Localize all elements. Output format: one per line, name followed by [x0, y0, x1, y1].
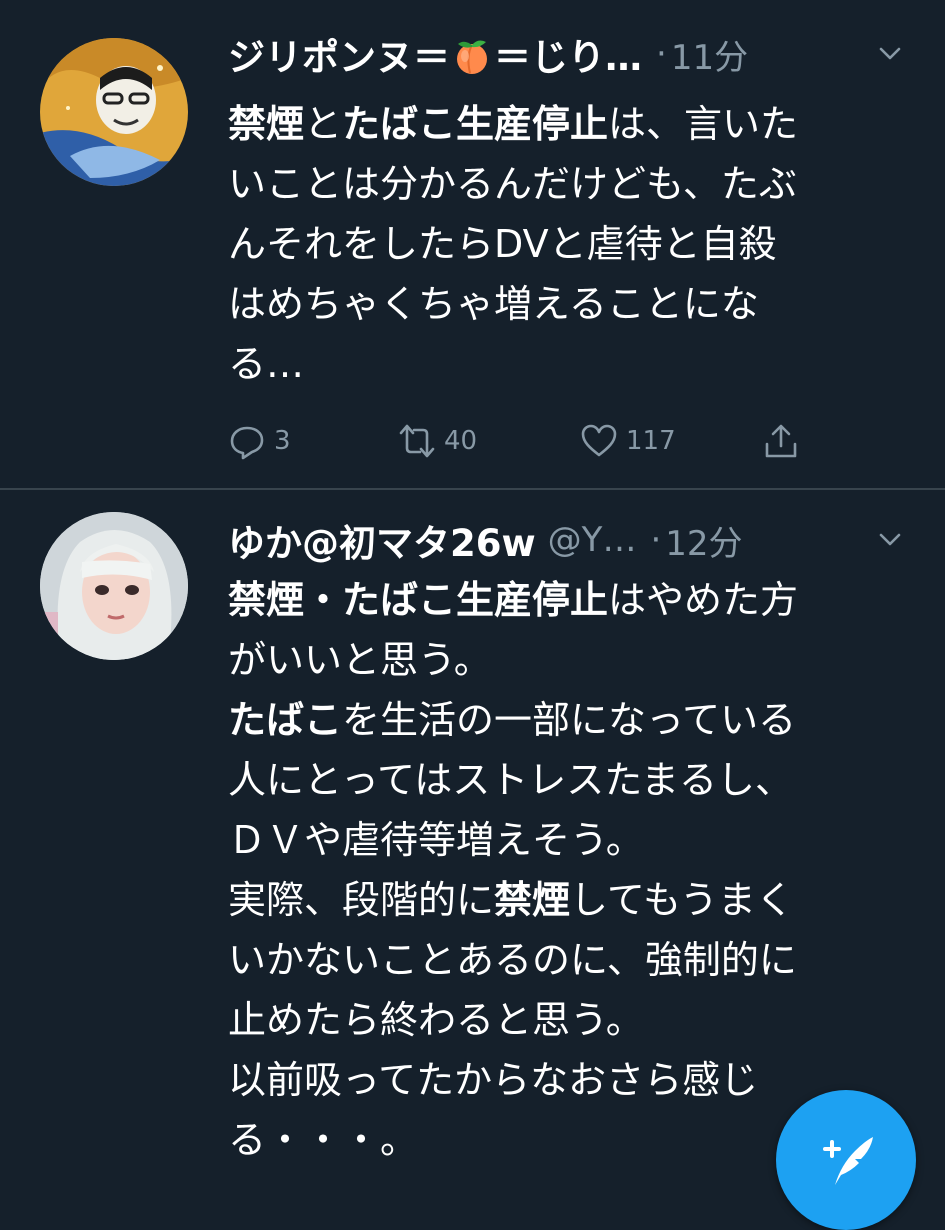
retweet-button[interactable]: 40: [398, 416, 477, 466]
text-segment: 実際、段階的に: [228, 878, 495, 922]
reply-count: 3: [274, 426, 291, 456]
text-segment: を生活の一部になっている: [342, 698, 797, 742]
share-button[interactable]: [762, 416, 808, 466]
tweet[interactable]: ジリポンヌ＝ ＝じり… · 11分 禁煙とたばこ生産停止は、言いたいことは分かるん…: [0, 0, 945, 490]
like-count: 117: [626, 426, 676, 456]
highlighted-keyword: 禁煙・たばこ生産停止: [228, 578, 609, 622]
text-segment: 以前吸ってたからなおさら感じ: [228, 1058, 759, 1102]
text-segment: してもうまく: [570, 878, 794, 922]
tweet-actions: 3 40 117: [228, 416, 828, 466]
text-segment: 止めたら終わると思う。: [228, 998, 644, 1042]
compose-tweet-button[interactable]: [776, 1090, 916, 1230]
tweet-time[interactable]: 11分: [671, 30, 748, 79]
tweet-text-line: 禁煙とたばこ生産停止は、言いた: [228, 94, 915, 154]
chevron-down-icon[interactable]: [875, 525, 905, 555]
tweet-text-line: 実際、段階的に禁煙してもうまく: [228, 870, 915, 930]
text-segment: がいいと思う。: [228, 638, 492, 682]
chevron-down-icon[interactable]: [875, 39, 905, 69]
retweet-icon: [399, 424, 435, 458]
tweet-text-line: はめちゃくちゃ増えることにな: [228, 274, 915, 334]
user-handle[interactable]: @Y…: [548, 520, 637, 560]
text-segment: は、言いた: [608, 102, 799, 146]
tweet-text-line: 止めたら終わると思う。: [228, 990, 915, 1050]
tweet-text-line: たばこを生活の一部になっている: [228, 690, 915, 750]
tweet-text-line: 禁煙・たばこ生産停止はやめた方: [228, 570, 915, 630]
text-segment: る…: [228, 342, 305, 386]
text-segment: はめちゃくちゃ増えることにな: [228, 282, 759, 326]
compose-tweet-icon: [823, 1137, 873, 1185]
tweet-text-line: いことは分かるんだけども、たぶ: [228, 154, 915, 214]
tweet-text-line: ＤＶや虐待等増えそう。: [228, 810, 915, 870]
like-button[interactable]: 117: [580, 416, 676, 466]
text-segment: ＤＶや虐待等増えそう。: [228, 818, 644, 862]
tweet-header: ゆか@初マタ26w @Y… · 12分: [228, 514, 905, 566]
display-name[interactable]: ゆか@初マタ26w: [228, 513, 536, 567]
text-segment: と: [304, 102, 343, 146]
share-icon: [765, 424, 797, 458]
tweet-header: ジリポンヌ＝ ＝じり… · 11分: [228, 28, 905, 80]
text-segment: んそれをしたらDVと虐待と自殺: [228, 222, 777, 266]
text-segment: いかないことあるのに、強制的に: [228, 938, 797, 982]
tweet[interactable]: ゆか@初マタ26w @Y… · 12分 禁煙・たばこ生産停止はやめた方がいいと思…: [0, 490, 945, 1200]
text-segment: いことは分かるんだけども、たぶ: [228, 162, 797, 206]
avatar[interactable]: [40, 38, 188, 186]
separator-dot: ·: [650, 520, 662, 560]
tweet-text-line: る…: [228, 334, 915, 394]
text-segment: る・・・。: [228, 1118, 419, 1162]
tweet-text: 禁煙・たばこ生産停止はやめた方 がいいと思う。 たばこを生活の一部になっている 人にと…: [228, 570, 915, 1170]
heart-icon: [581, 424, 617, 457]
reply-icon: [230, 426, 264, 460]
tweet-time[interactable]: 12分: [665, 516, 742, 565]
avatar[interactable]: [40, 512, 188, 660]
retweet-count: 40: [444, 426, 478, 456]
highlighted-keyword: たばこ生産停止: [342, 102, 609, 146]
tweet-text-line: 人にとってはストレスたまるし、: [228, 750, 915, 810]
reply-button[interactable]: 3: [228, 416, 291, 466]
tweet-text: 禁煙とたばこ生産停止は、言いたいことは分かるんだけども、たぶ んそれをしたらDVと…: [228, 94, 915, 394]
separator-dot: ·: [656, 34, 667, 74]
highlighted-keyword: 禁煙: [228, 102, 305, 146]
highlighted-keyword: たばこ: [228, 698, 343, 742]
text-segment: はやめた方: [608, 578, 799, 622]
peach-emoji-icon: [457, 40, 487, 74]
text-segment: 人にとってはストレスたまるし、: [228, 758, 794, 802]
tweet-text-line: いかないことあるのに、強制的に: [228, 930, 915, 990]
display-name[interactable]: ジリポンヌ＝ ＝じり…: [228, 27, 642, 81]
highlighted-keyword: 禁煙: [494, 878, 571, 922]
tweet-text-line: がいいと思う。: [228, 630, 915, 690]
tweet-text-line: んそれをしたらDVと虐待と自殺: [228, 214, 915, 274]
